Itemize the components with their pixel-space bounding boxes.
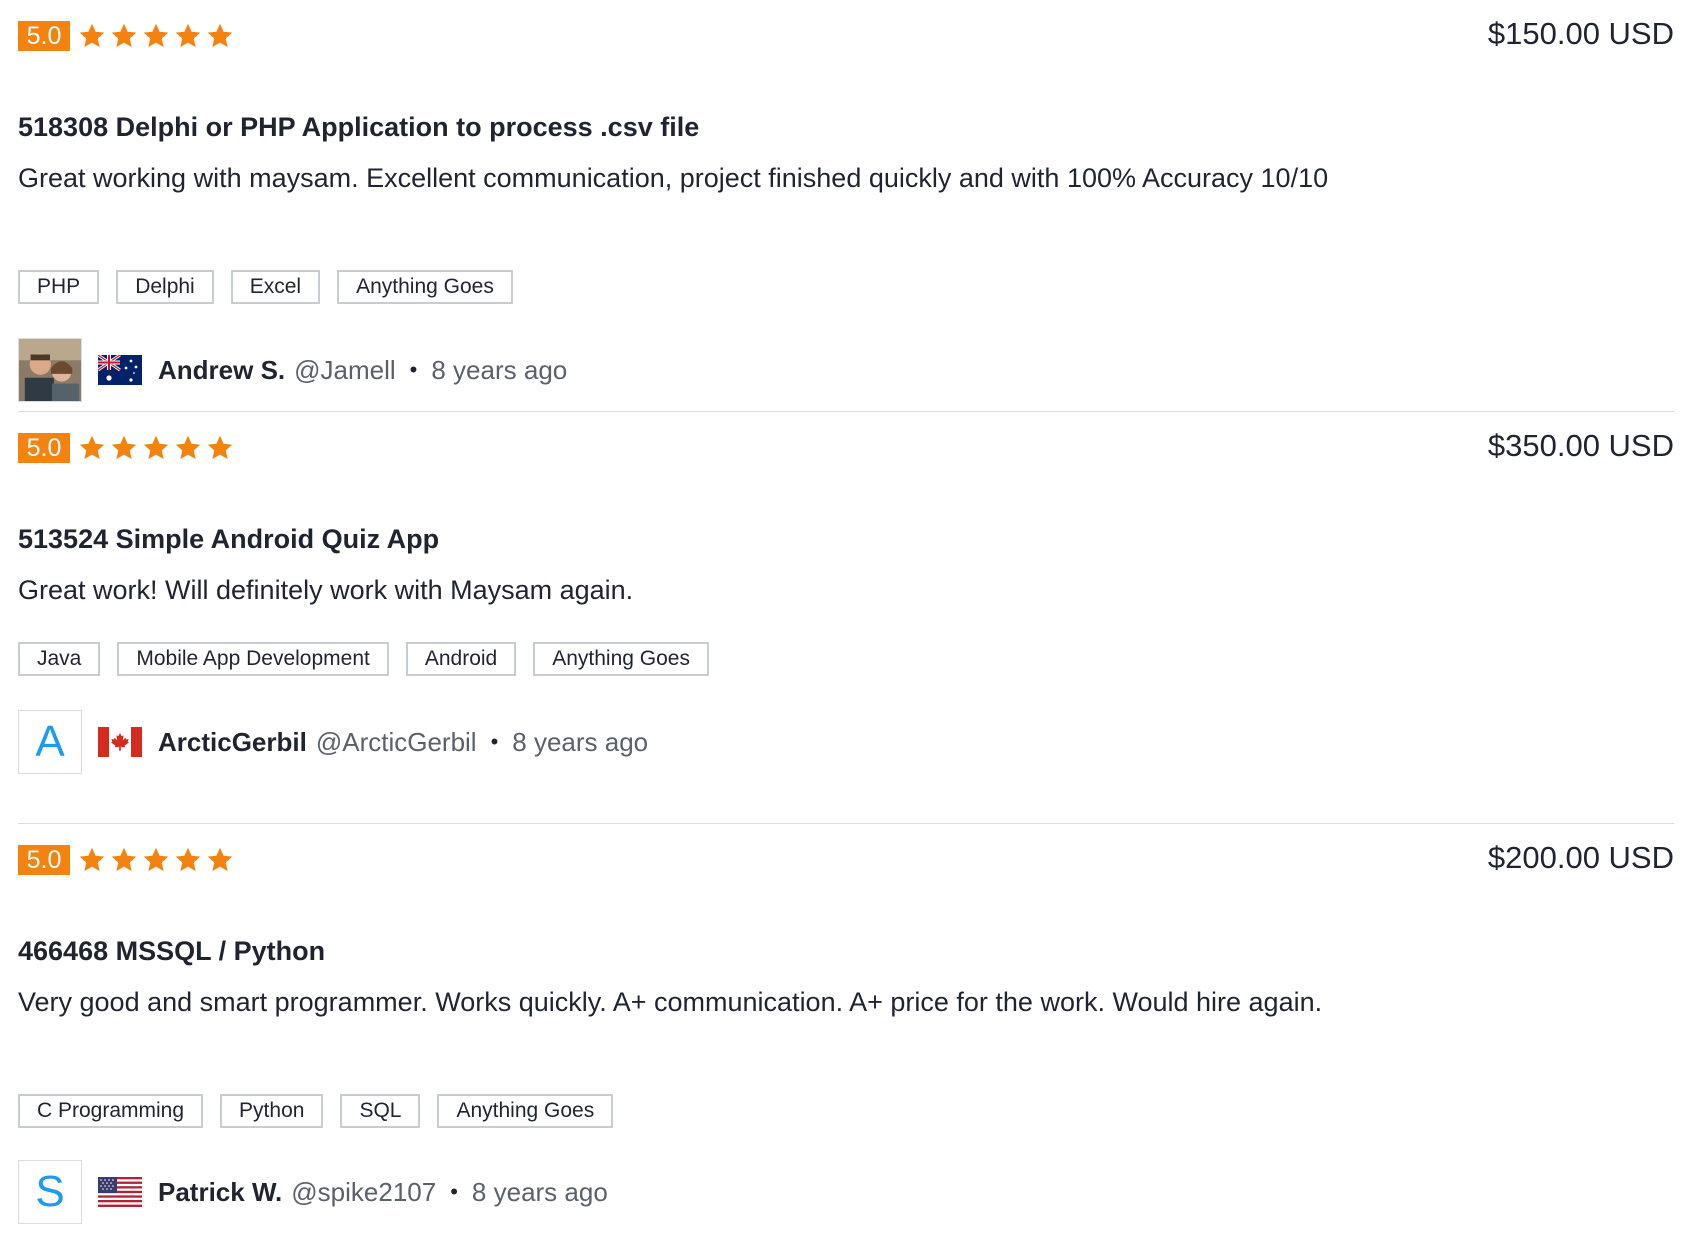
- usa-flag-icon: [98, 1177, 142, 1207]
- rating-row: 5.0: [18, 432, 238, 464]
- reviewer-row: Andrew S. @Jamell • 8 years ago: [18, 338, 567, 402]
- reviewer-handle[interactable]: @ArcticGerbil: [316, 727, 477, 758]
- reviewer-name[interactable]: ArcticGerbil: [158, 727, 307, 758]
- project-price: $150.00 USD: [1487, 16, 1674, 51]
- star-icon: [79, 23, 105, 48]
- rating-badge: 5.0: [18, 21, 70, 51]
- project-title[interactable]: 518308 Delphi or PHP Application to proc…: [18, 112, 699, 143]
- project-title[interactable]: 466468 MSSQL / Python: [18, 936, 325, 967]
- avatar-photo: [19, 339, 81, 401]
- star-icon: [111, 23, 137, 48]
- skill-tag[interactable]: Anything Goes: [437, 1094, 614, 1128]
- skill-tag[interactable]: Delphi: [116, 270, 214, 304]
- reviewer-row: S Patrick W. @spike2107 • 8 years ago: [18, 1160, 608, 1224]
- review-comment: Very good and smart programmer. Works qu…: [18, 987, 1323, 1017]
- review-comment: Great work! Will definitely work with Ma…: [18, 575, 634, 605]
- reviews-list: 5.0 $150.00 USD 518308 Delphi or PHP App…: [18, 0, 1674, 1236]
- skill-tag[interactable]: Mobile App Development: [117, 642, 389, 676]
- star-icon: [207, 23, 233, 48]
- reviewer-row: A ArcticGerbil @ArcticGerbil • 8 years a…: [18, 710, 648, 774]
- review-item: 5.0 $150.00 USD 518308 Delphi or PHP App…: [18, 0, 1674, 412]
- skill-tag[interactable]: Java: [18, 642, 101, 676]
- separator-dot: •: [450, 1179, 458, 1204]
- star-icon: [207, 847, 233, 872]
- project-price: $200.00 USD: [1487, 840, 1674, 875]
- star-icon: [175, 847, 201, 872]
- reviewer-name[interactable]: Patrick W.: [158, 1177, 282, 1208]
- skill-tag[interactable]: C Programming: [18, 1094, 204, 1128]
- review-time: 8 years ago: [431, 354, 568, 385]
- project-price: $350.00 USD: [1487, 428, 1674, 463]
- star-icon: [175, 23, 201, 48]
- star-rating: [78, 22, 238, 50]
- reviewer-name[interactable]: Andrew S.: [158, 355, 285, 386]
- skill-tag[interactable]: Anything Goes: [337, 270, 513, 304]
- avatar[interactable]: S: [18, 1160, 82, 1224]
- skill-tag[interactable]: Android: [405, 642, 517, 676]
- skill-tags: C Programming Python SQL Anything Goes: [18, 1094, 630, 1128]
- skill-tag[interactable]: SQL: [340, 1094, 421, 1128]
- australia-flag-icon: [98, 355, 142, 385]
- skill-tag[interactable]: Excel: [230, 270, 321, 304]
- rating-badge: 5.0: [18, 433, 70, 463]
- skill-tag[interactable]: Python: [220, 1094, 324, 1128]
- avatar[interactable]: A: [18, 710, 82, 774]
- reviewer-handle[interactable]: @spike2107: [291, 1177, 436, 1208]
- star-icon: [111, 847, 137, 872]
- rating-badge: 5.0: [18, 845, 70, 875]
- review-item: 5.0 $350.00 USD 513524 Simple Android Qu…: [18, 412, 1674, 824]
- skill-tags: PHP Delphi Excel Anything Goes: [18, 270, 530, 304]
- separator-dot: •: [409, 357, 418, 382]
- rating-row: 5.0: [18, 20, 238, 52]
- star-icon: [111, 435, 137, 460]
- star-icon: [79, 847, 105, 872]
- star-rating: [78, 846, 238, 874]
- star-icon: [175, 435, 201, 460]
- review-time: 8 years ago: [512, 726, 649, 757]
- reviewer-handle[interactable]: @Jamell: [294, 355, 396, 386]
- skill-tag[interactable]: PHP: [18, 270, 100, 304]
- review-time: 8 years ago: [471, 1176, 608, 1207]
- skill-tag[interactable]: Anything Goes: [533, 642, 709, 676]
- star-icon: [143, 847, 169, 872]
- separator-dot: •: [490, 729, 499, 754]
- skill-tags: Java Mobile App Development Android Anyt…: [18, 642, 726, 676]
- avatar[interactable]: [18, 338, 82, 402]
- project-title[interactable]: 513524 Simple Android Quiz App: [18, 524, 439, 555]
- rating-row: 5.0: [18, 844, 238, 876]
- canada-flag-icon: [98, 727, 142, 757]
- star-icon: [143, 23, 169, 48]
- star-icon: [143, 435, 169, 460]
- star-rating: [78, 434, 238, 462]
- star-icon: [207, 435, 233, 460]
- star-icon: [79, 435, 105, 460]
- review-item: 5.0 $200.00 USD 466468 MSSQL / Python Ve…: [18, 824, 1674, 1236]
- review-comment: Great working with maysam. Excellent com…: [18, 163, 1329, 193]
